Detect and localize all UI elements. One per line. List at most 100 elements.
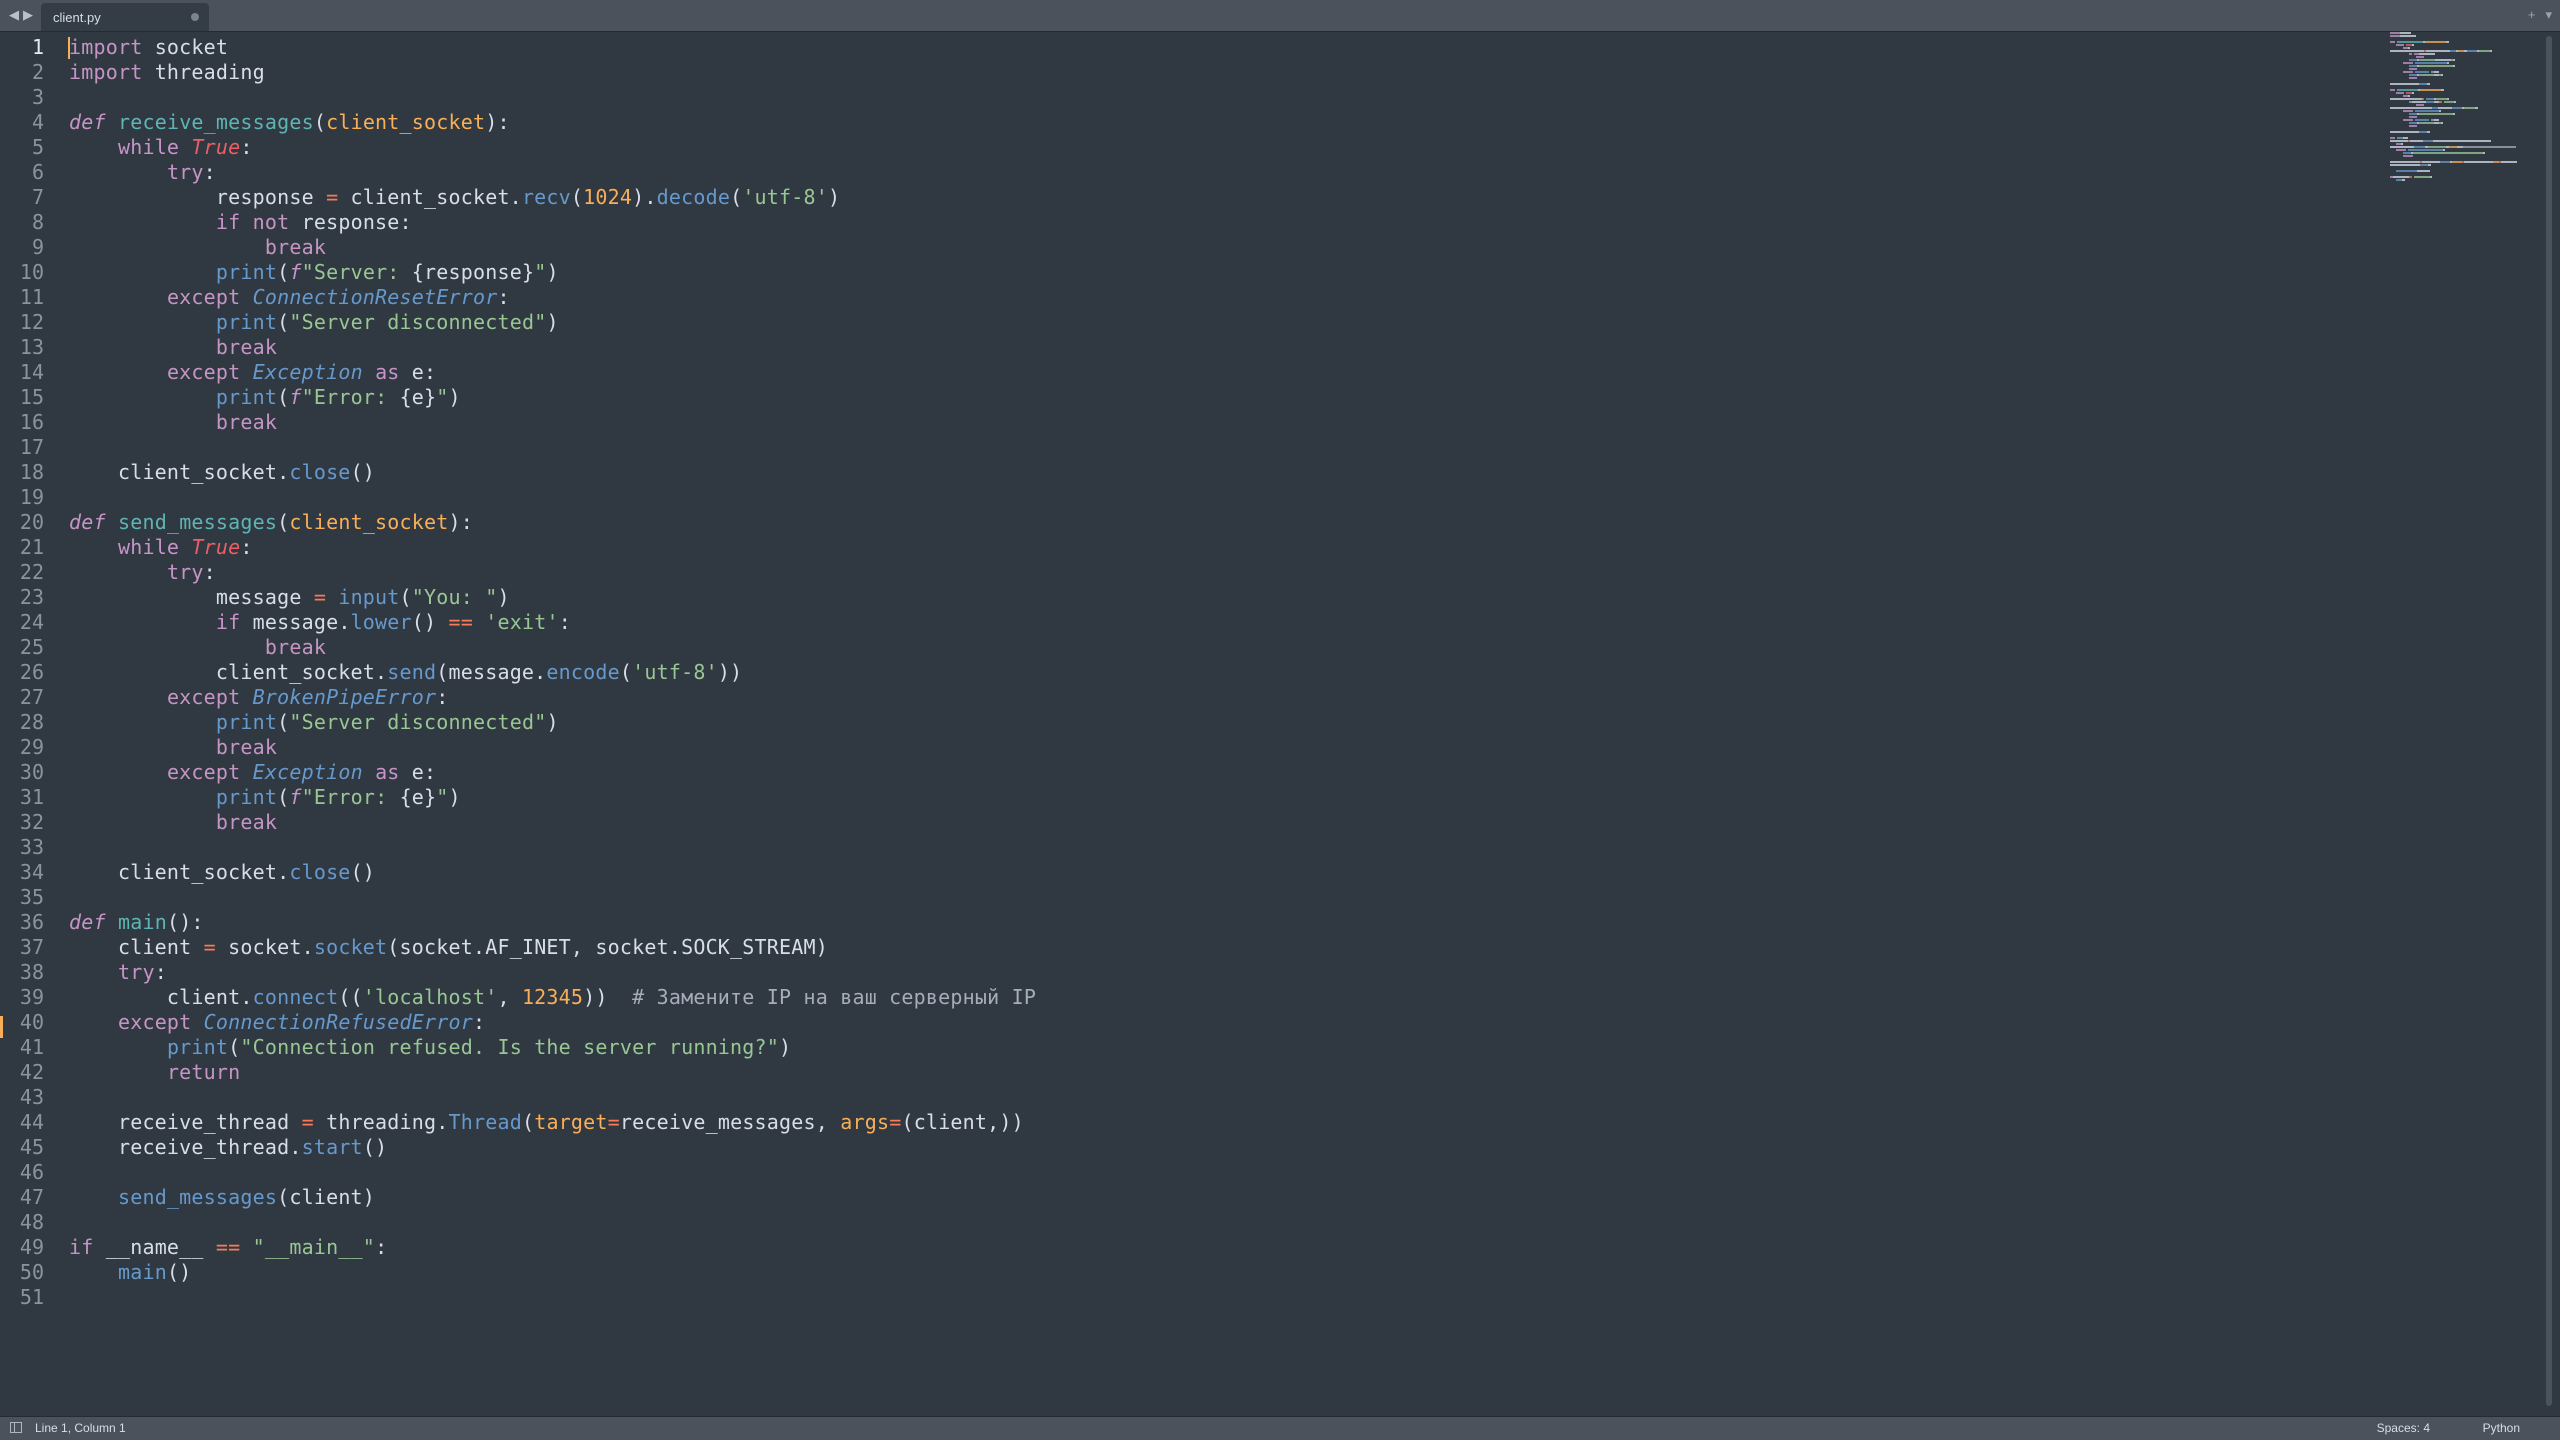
chevron-down-icon[interactable]: ▾ (2545, 6, 2552, 24)
minimap-segment (2402, 179, 2405, 181)
code-line[interactable]: def main(): (69, 910, 1036, 935)
minimap-segment (2390, 32, 2400, 34)
code-line[interactable]: print(f"Server: {response}") (69, 260, 1036, 285)
code-editor[interactable]: 1 2 3 4 5 6 7 8 9 10 11 12 13 14 15 16 17 18 19 20 21 22 23 24 2… (0, 32, 2538, 1417)
line-number: 25 (19, 635, 44, 659)
code-line[interactable]: client = socket.socket(socket.AF_INET, s… (69, 935, 1036, 960)
code-line[interactable]: break (69, 735, 1036, 760)
code-token: close (289, 460, 351, 484)
code-line[interactable]: print("Server disconnected") (69, 310, 1036, 335)
code-line[interactable]: def receive_messages(client_socket): (69, 110, 1036, 135)
code-line[interactable]: break (69, 235, 1036, 260)
code-token: "Server disconnected" (289, 710, 547, 734)
minimap-row (2390, 152, 2530, 154)
code-token: (client) (277, 1185, 376, 1209)
code-line[interactable]: return (69, 1060, 1036, 1085)
code-line[interactable]: break (69, 635, 1036, 660)
line-number: 23 (19, 585, 44, 609)
code-line[interactable]: if not response: (69, 210, 1036, 235)
syntax-selector[interactable]: Python (2483, 1421, 2520, 1435)
code-line[interactable]: receive_thread = threading.Thread(target… (69, 1110, 1036, 1135)
code-line[interactable]: try: (69, 560, 1036, 585)
code-line[interactable] (69, 435, 1036, 460)
code-line[interactable]: client_socket.close() (69, 460, 1036, 485)
code-line[interactable]: while True: (69, 135, 1036, 160)
code-line[interactable]: try: (69, 960, 1036, 985)
code-line[interactable]: break (69, 410, 1036, 435)
code-line[interactable]: break (69, 335, 1036, 360)
minimap-segment (2409, 116, 2417, 118)
code-line[interactable] (69, 1085, 1036, 1110)
code-text[interactable]: import socket import threading def receive… (69, 35, 1036, 1310)
code-line[interactable]: except ConnectionResetError: (69, 285, 1036, 310)
tab-client-py[interactable]: client.py (41, 3, 209, 31)
cursor-position[interactable]: Line 1, Column 1 (35, 1421, 126, 1435)
code-line[interactable]: message = input("You: ") (69, 585, 1036, 610)
code-token: try (166, 160, 204, 184)
minimap-segment (2390, 59, 2409, 61)
minimap-segment (2420, 89, 2441, 91)
minimap-segment (2438, 107, 2452, 109)
code-line[interactable]: send_messages(client) (69, 1185, 1036, 1210)
close-dot-icon[interactable] (191, 13, 199, 21)
vertical-scrollbar[interactable] (2538, 32, 2560, 1417)
code-token: if (215, 610, 241, 634)
code-line[interactable]: main() (69, 1260, 1036, 1285)
code-token: while (117, 135, 180, 159)
left-arrow-icon[interactable]: ◀ (8, 6, 20, 24)
code-line[interactable] (69, 835, 1036, 860)
right-arrow-icon[interactable]: ▶ (22, 6, 34, 24)
code-line[interactable] (69, 85, 1036, 110)
panel-icon[interactable] (10, 1422, 22, 1433)
line-number: 37 (19, 935, 44, 959)
code-line[interactable]: client.connect(('localhost', 12345)) # З… (69, 985, 1036, 1010)
minimap-segment (2441, 74, 2443, 76)
code-line[interactable]: print("Server disconnected") (69, 710, 1036, 735)
code-line[interactable]: except Exception as e: (69, 360, 1036, 385)
minimap-row (2390, 140, 2530, 142)
code-line[interactable]: import threading (69, 60, 1036, 85)
minimap-segment (2390, 152, 2403, 154)
code-line[interactable]: client_socket.send(message.encode('utf-8… (69, 660, 1036, 685)
code-line[interactable]: response = client_socket.recv(1024).deco… (69, 185, 1036, 210)
minimap-segment (2426, 50, 2450, 52)
modified-line-marker (0, 1016, 3, 1038)
code-line[interactable] (69, 485, 1036, 510)
code-line[interactable]: try: (69, 160, 1036, 185)
code-line[interactable]: print("Connection refused. Is the server… (69, 1035, 1036, 1060)
code-line[interactable]: break (69, 810, 1036, 835)
code-line[interactable]: import socket (69, 35, 1036, 60)
code-line[interactable]: print(f"Error: {e}") (69, 785, 1036, 810)
code-line[interactable]: except Exception as e: (69, 760, 1036, 785)
code-line[interactable] (69, 1210, 1036, 1235)
code-token: ) (828, 185, 841, 209)
code-line[interactable]: def send_messages(client_socket): (69, 510, 1036, 535)
indentation-setting[interactable]: Spaces: 4 (2377, 1421, 2430, 1435)
code-line[interactable]: while True: (69, 535, 1036, 560)
scrollbar-thumb[interactable] (2546, 36, 2552, 1406)
code-line[interactable]: client_socket.close() (69, 860, 1036, 885)
minimap-row (2390, 113, 2530, 115)
code-line[interactable]: if message.lower() == 'exit': (69, 610, 1036, 635)
code-line[interactable] (69, 1160, 1036, 1185)
code-token: main (117, 1260, 167, 1284)
code-token: except (166, 285, 241, 309)
code-line[interactable] (69, 885, 1036, 910)
code-line[interactable]: if __name__ == "__main__": (69, 1235, 1036, 1260)
code-line[interactable] (69, 1285, 1036, 1310)
plus-icon[interactable]: + (2528, 6, 2536, 24)
code-line[interactable]: receive_thread.start() (69, 1135, 1036, 1160)
code-line[interactable]: except BrokenPipeError: (69, 685, 1036, 710)
code-line[interactable]: except ConnectionRefusedError: (69, 1010, 1036, 1035)
code-line[interactable]: print(f"Error: {e}") (69, 385, 1036, 410)
minimap[interactable] (2390, 32, 2530, 181)
minimap-row (2390, 56, 2530, 58)
minimap-row (2390, 50, 2530, 52)
